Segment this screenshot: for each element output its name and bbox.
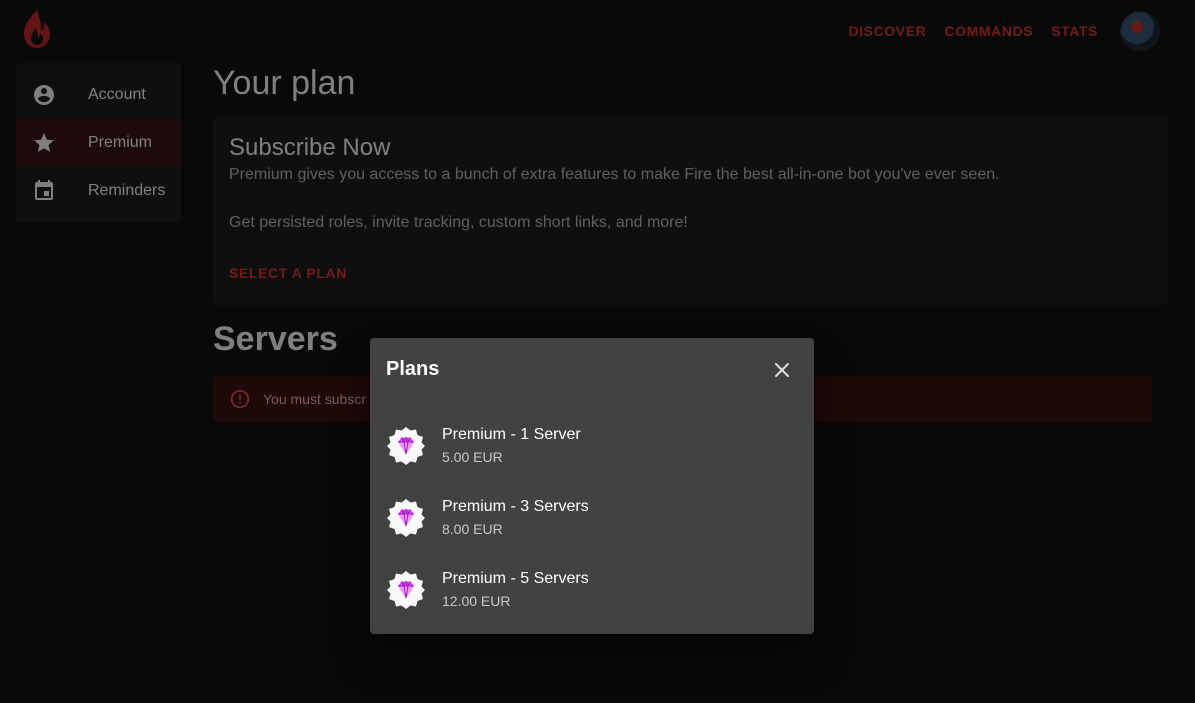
plan-text: Premium - 5 Servers 12.00 EUR xyxy=(442,568,589,612)
plan-price: 5.00 EUR xyxy=(442,449,503,465)
plan-name: Premium - 1 Server xyxy=(442,426,581,443)
plan-list: Premium - 1 Server 5.00 EUR Premium - 3 … xyxy=(370,410,814,626)
plan-name: Premium - 5 Servers xyxy=(442,570,589,587)
plan-price: 8.00 EUR xyxy=(442,521,503,537)
plans-dialog: Plans Premium - 1 Server 5.00 EUR Premiu… xyxy=(370,338,814,634)
premium-gem-icon xyxy=(387,571,425,609)
dialog-title: Plans xyxy=(386,358,440,380)
premium-gem-icon xyxy=(387,427,425,465)
plan-item-3-servers[interactable]: Premium - 3 Servers 8.00 EUR xyxy=(370,482,814,554)
plan-item-1-server[interactable]: Premium - 1 Server 5.00 EUR xyxy=(370,410,814,482)
plan-price: 12.00 EUR xyxy=(442,593,511,609)
premium-gem-icon xyxy=(387,499,425,537)
plan-text: Premium - 3 Servers 8.00 EUR xyxy=(442,496,589,540)
close-icon xyxy=(775,363,789,377)
plan-item-5-servers[interactable]: Premium - 5 Servers 12.00 EUR xyxy=(370,554,814,626)
plan-text: Premium - 1 Server 5.00 EUR xyxy=(442,424,581,468)
close-button[interactable] xyxy=(766,354,798,386)
plan-name: Premium - 3 Servers xyxy=(442,498,589,515)
